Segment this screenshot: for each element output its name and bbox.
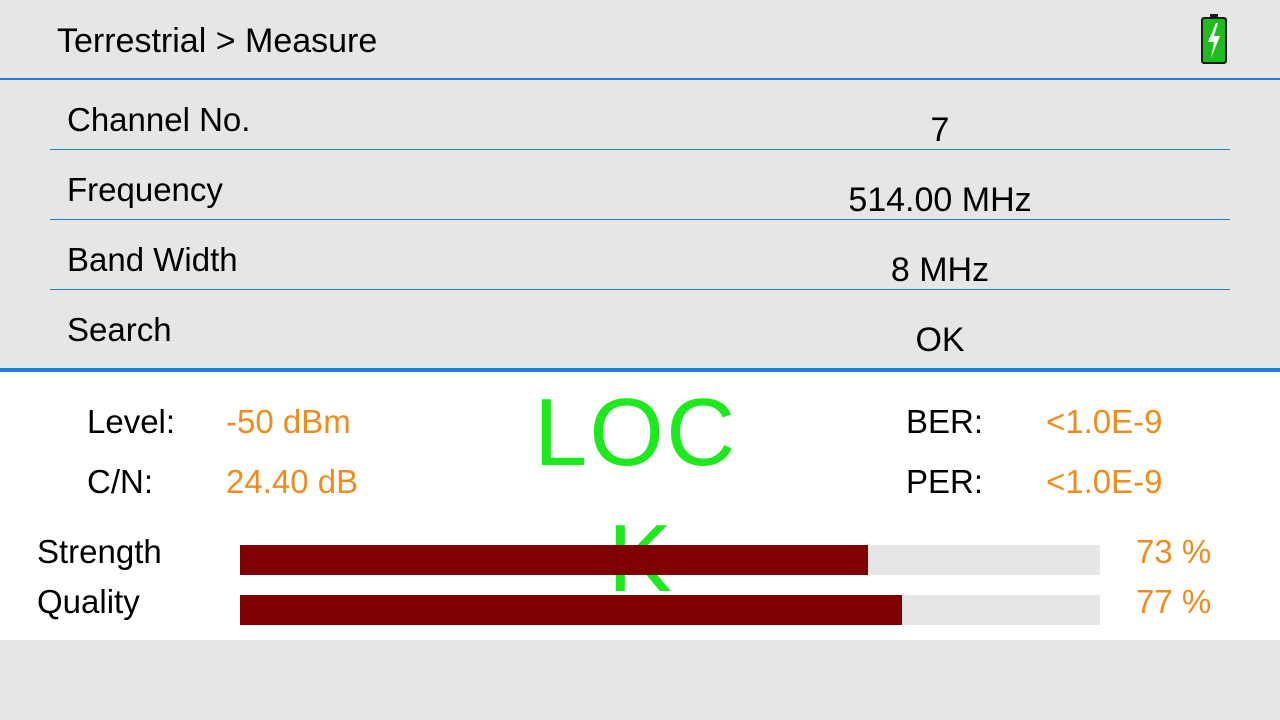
strength-bar-fill	[240, 545, 868, 575]
ber-label: BER:	[906, 403, 984, 440]
param-value: 7	[930, 111, 950, 149]
param-value: 8 MHz	[890, 251, 990, 289]
header-bar: Terrestrial > Measure	[0, 0, 1280, 80]
param-row-channel[interactable]: Channel No. 7	[50, 80, 1230, 150]
level-value: -50 dBm	[226, 403, 351, 440]
quality-bar	[240, 595, 1100, 625]
param-label: Search	[67, 311, 172, 348]
strength-percent: 73 %	[1136, 533, 1212, 570]
cn-label: C/N:	[87, 463, 153, 500]
quality-bar-fill	[240, 595, 903, 625]
param-label: Channel No.	[67, 101, 251, 138]
level-label: Level:	[87, 403, 176, 440]
measurement-panel: Level: -50 dBm C/N: 24.40 dB LOC K BER: …	[0, 368, 1280, 644]
param-value: 514.00 MHz	[848, 181, 1032, 219]
param-row-bandwidth[interactable]: Band Width 8 MHz	[50, 220, 1230, 290]
quality-label: Quality	[37, 583, 140, 620]
breadcrumb: Terrestrial > Measure	[57, 22, 378, 60]
param-label: Frequency	[67, 171, 223, 208]
per-value: <1.0E-9	[1046, 463, 1163, 500]
param-row-frequency[interactable]: Frequency 514.00 MHz	[50, 150, 1230, 220]
quality-percent: 77 %	[1136, 583, 1212, 620]
footer-area	[0, 640, 1280, 720]
per-label: PER:	[906, 463, 984, 500]
lock-status: LOC	[534, 379, 738, 486]
param-label: Band Width	[67, 241, 238, 278]
param-value: OK	[915, 321, 965, 359]
cn-value: 24.40 dB	[226, 463, 359, 500]
parameter-table: Channel No. 7 Frequency 514.00 MHz Band …	[0, 80, 1280, 368]
strength-bar	[240, 545, 1100, 575]
param-row-search[interactable]: Search OK	[50, 290, 1230, 359]
battery-charging-icon	[1201, 14, 1227, 64]
strength-label: Strength	[37, 533, 162, 570]
ber-value: <1.0E-9	[1046, 403, 1163, 440]
